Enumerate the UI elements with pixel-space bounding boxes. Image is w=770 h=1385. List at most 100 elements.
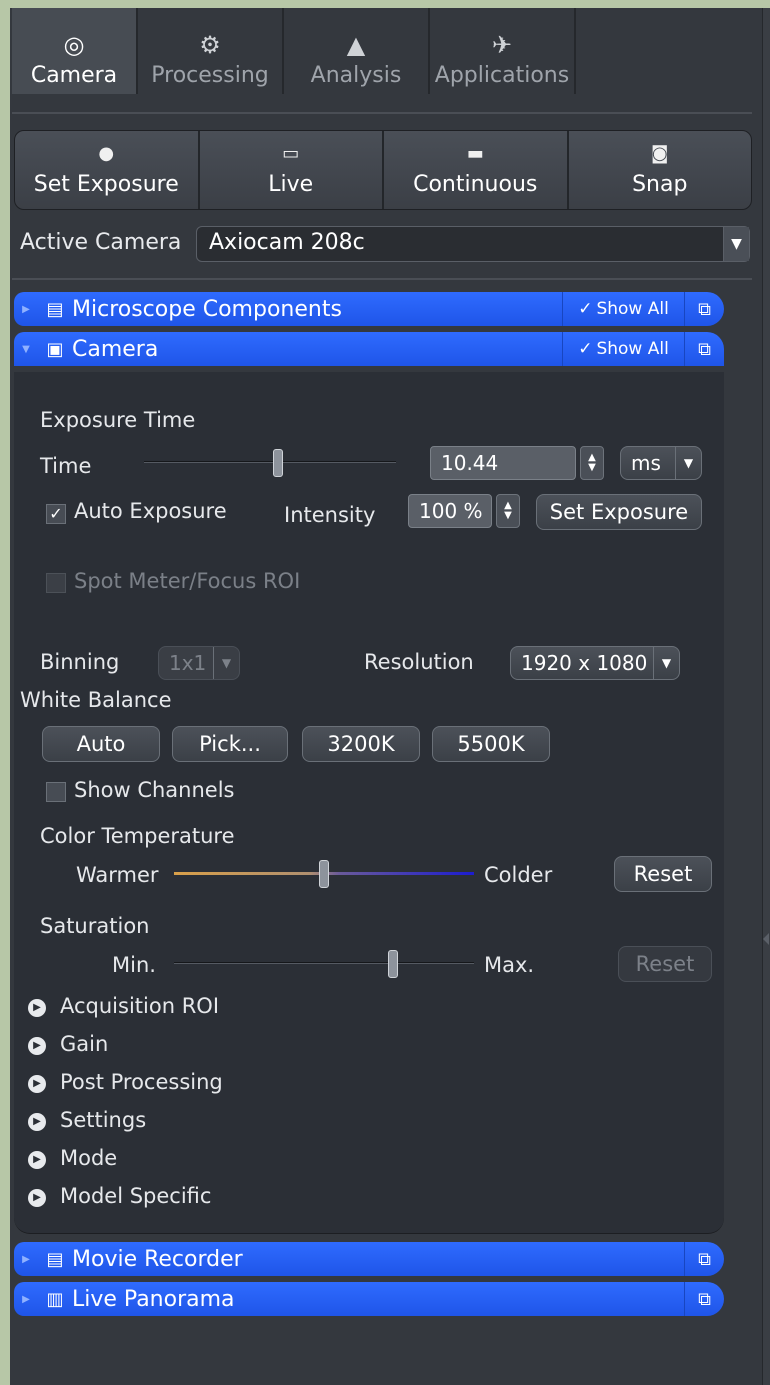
section-title: Movie Recorder (72, 1246, 243, 1272)
subsection-label: Mode (60, 1146, 118, 1170)
active-camera-value: Axiocam 208c (209, 230, 365, 255)
show-all-toggle[interactable]: ✓ Show All (562, 292, 684, 326)
button-label: 5500K (457, 732, 525, 756)
collapse-arrow-icon[interactable]: ▼ (14, 344, 38, 355)
exposure-time-heading: Exposure Time (40, 408, 196, 432)
time-spinner[interactable]: ▲ ▼ (580, 446, 604, 480)
tab-camera[interactable]: ◎ Camera (12, 8, 138, 94)
resolution-dropdown[interactable]: 1920 x 1080 ▼ (510, 646, 680, 680)
expand-circle-icon[interactable]: ▶ (28, 1075, 46, 1093)
time-slider-track[interactable] (144, 461, 396, 463)
popout-icon[interactable]: ⧉ (684, 292, 724, 326)
popout-icon[interactable]: ⧉ (684, 1242, 724, 1276)
popout-icon[interactable]: ⧉ (684, 1282, 724, 1316)
continuous-button[interactable]: ▬ Continuous (384, 131, 569, 209)
satellite-icon: ✈ (491, 31, 513, 59)
time-unit-dropdown[interactable]: ms ▼ (620, 446, 702, 480)
subsection-label: Gain (60, 1032, 109, 1056)
time-unit-value: ms (631, 451, 661, 475)
expand-circle-icon[interactable]: ▶ (28, 1037, 46, 1055)
camera-icon: ● (98, 143, 115, 164)
document-icon: ▤ (46, 1248, 64, 1270)
expand-arrow-icon[interactable]: ▶ (14, 1294, 38, 1305)
button-label: Set Exposure (549, 500, 689, 524)
collapse-arrow-icon[interactable] (763, 933, 769, 945)
tab-label: Camera (30, 63, 118, 88)
intensity-field[interactable]: 100 % (408, 494, 492, 528)
section-camera[interactable]: ▼ ▣ Camera ✓ Show All ⧉ (14, 332, 724, 366)
binning-dropdown[interactable]: 1x1 ▼ (158, 646, 240, 680)
video-icon: ▭ (282, 143, 300, 164)
warmer-label: Warmer (76, 863, 159, 887)
time-value-field[interactable]: 10.44 (430, 446, 576, 480)
expand-circle-icon[interactable]: ▶ (28, 1113, 46, 1131)
show-all-label: Show All (596, 299, 669, 319)
tab-analysis[interactable]: ▲ Analysis (284, 8, 430, 94)
resolution-value: 1920 x 1080 (521, 651, 648, 675)
show-all-toggle[interactable]: ✓ Show All (562, 332, 684, 366)
button-label: Live (268, 172, 314, 197)
auto-exposure-checkbox[interactable]: ✓ (46, 504, 66, 524)
camera-icon: ◎ (63, 31, 85, 59)
expand-arrow-icon[interactable]: ▶ (14, 1254, 38, 1265)
camera-panel: Exposure Time Time 10.44 ▲ ▼ ms ▼ ✓ Auto … (14, 372, 724, 1234)
subsection-label: Settings (60, 1108, 147, 1132)
auto-exposure-label: Auto Exposure (74, 499, 227, 523)
color-temperature-reset-button[interactable]: Reset (614, 856, 712, 892)
resolution-label: Resolution (364, 650, 474, 674)
chevron-down-icon[interactable]: ▼ (723, 227, 749, 261)
binning-value: 1x1 (169, 651, 207, 675)
live-button[interactable]: ▭ Live (200, 131, 384, 209)
saturation-max-label: Max. (484, 953, 535, 977)
section-movie-recorder[interactable]: ▶ ▤ Movie Recorder ⧉ (14, 1242, 724, 1276)
spot-meter-label: Spot Meter/Focus ROI (74, 569, 301, 593)
subsection-label: Post Processing (60, 1070, 223, 1094)
check-icon: ✓ (578, 339, 593, 359)
wb-auto-button[interactable]: Auto (42, 726, 160, 762)
chevron-down-icon: ▼ (675, 447, 701, 479)
expand-circle-icon[interactable]: ▶ (28, 1189, 46, 1207)
white-balance-heading: White Balance (20, 688, 172, 712)
gear-icon: ⚙ (199, 31, 221, 59)
section-live-panorama[interactable]: ▶ ▥ Live Panorama ⧉ (14, 1282, 724, 1316)
wb-3200k-button[interactable]: 3200K (302, 726, 420, 762)
show-channels-label: Show Channels (74, 778, 235, 802)
saturation-reset-button[interactable]: Reset (618, 946, 712, 982)
expand-circle-icon[interactable]: ▶ (28, 1151, 46, 1169)
chevron-down-icon: ▼ (213, 647, 239, 679)
expand-arrow-icon[interactable]: ▶ (14, 304, 38, 315)
popout-icon[interactable]: ⧉ (684, 332, 724, 366)
set-exposure-panel-button[interactable]: Set Exposure (536, 494, 702, 530)
main-tabs: ◎ Camera ⚙ Processing ▲ Analysis ✈ Appli… (12, 8, 576, 94)
check-icon: ✓ (578, 299, 593, 319)
snap-button[interactable]: ◙ Snap (569, 131, 752, 209)
time-label: Time (40, 454, 92, 478)
set-exposure-button[interactable]: ● Set Exposure (15, 131, 200, 209)
section-microscope-components[interactable]: ▶ ▤ Microscope Components ✓ Show All ⧉ (14, 292, 724, 326)
color-temperature-handle[interactable] (319, 860, 329, 888)
section-title: Live Panorama (72, 1286, 235, 1312)
time-slider-handle[interactable] (272, 449, 283, 477)
show-channels-checkbox[interactable] (46, 782, 66, 802)
saturation-track[interactable] (174, 962, 474, 964)
wb-pick-button[interactable]: Pick... (172, 726, 288, 762)
side-collapse-strip[interactable] (762, 8, 770, 1385)
spot-meter-checkbox[interactable] (46, 573, 66, 593)
intensity-spinner[interactable]: ▲ ▼ (496, 494, 520, 528)
saturation-handle[interactable] (388, 950, 398, 978)
time-value: 10.44 (441, 451, 499, 475)
expand-circle-icon[interactable]: ▶ (28, 999, 46, 1017)
tab-processing[interactable]: ⚙ Processing (138, 8, 284, 94)
button-label: Reset (633, 862, 693, 886)
active-camera-dropdown[interactable]: Axiocam 208c ▼ (196, 226, 750, 262)
button-label: Continuous (413, 172, 538, 197)
subsection-label: Model Specific (60, 1184, 212, 1208)
camera-small-icon: ▣ (46, 338, 64, 360)
chevron-down-icon: ▼ (653, 647, 679, 679)
button-label: Snap (632, 172, 688, 197)
active-camera-label: Active Camera (20, 230, 182, 255)
histogram-icon: ▲ (346, 31, 366, 59)
tab-applications[interactable]: ✈ Applications (430, 8, 576, 94)
button-label: 3200K (327, 732, 395, 756)
wb-5500k-button[interactable]: 5500K (432, 726, 550, 762)
